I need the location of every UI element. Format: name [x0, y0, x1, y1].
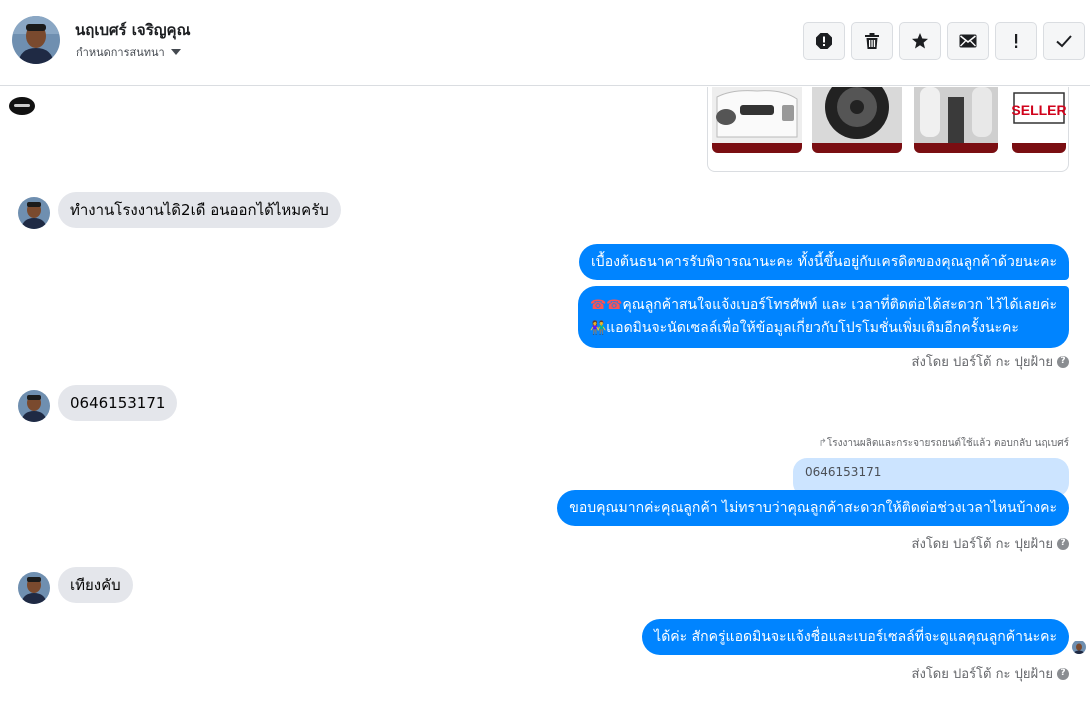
outgoing-message: เบื้องต้นธนาคารรับพิจารณานะคะ ทั้งนี้ขึ้…	[579, 244, 1069, 280]
exclamation-icon	[1015, 34, 1018, 48]
incoming-message: ทำงานโรงงานไดิ2เดื อนออกได้ไหมครับ	[58, 192, 341, 228]
reply-context-text: โรงงานผลิตและกระจายรถยนต์ใช้แล้ว ตอบกลับ…	[826, 438, 1069, 449]
message-line-text: แอดมินจะนัดเซลล์เพื่อให้ข้อมูลเกี่ยวกับโ…	[606, 320, 1019, 336]
incoming-message: 0646153171	[58, 385, 178, 421]
sent-by-label: ส่งโดย ปอร์โต้ กะ ปุยฝ้าย ?	[912, 533, 1069, 554]
message-thread: SELLER ทำงานโรงงานไดิ2เดื อนออกได้ไหมครั…	[0, 87, 1090, 708]
sent-by-label: ส่งโดย ปอร์โต้ กะ ปุยฝ้าย ?	[912, 663, 1069, 684]
incoming-message: เทียงคับ	[58, 567, 133, 603]
sent-by-text: ส่งโดย ปอร์โต้ กะ ปุยฝ้าย	[911, 667, 1053, 682]
help-icon[interactable]: ?	[1057, 667, 1069, 680]
check-icon	[1056, 35, 1072, 48]
wheel-thumbnail	[812, 87, 902, 153]
contact-avatar[interactable]	[12, 16, 60, 64]
message-line: ☎☎คุณลูกค้าสนใจแจ้งเบอร์โทรศัพท์ และ เวล…	[590, 294, 1057, 317]
telephone-emoji: ☎☎	[589, 298, 623, 313]
conversation-header: นฤเบศร์ เจริญคุณ กำหนดการสนทนา	[0, 0, 1090, 86]
car-front-thumbnail	[712, 87, 802, 153]
conversation-menu-label: กำหนดการสนทนา	[76, 46, 165, 59]
seller-badge-thumbnail: SELLER	[1012, 87, 1066, 153]
sent-by-text: ส่งโดย ปอร์โต้ กะ ปุยฝ้าย	[911, 355, 1053, 370]
sent-by-text: ส่งโดย ปอร์โต้ กะ ปุยฝ้าย	[911, 537, 1053, 552]
message-line: 👫แอดมินจะนัดเซลล์เพื่อให้ข้อมูลเกี่ยวกับ…	[590, 317, 1057, 340]
image-attachment[interactable]: SELLER	[707, 87, 1069, 172]
caret-down-icon	[170, 49, 181, 55]
mark-done-button[interactable]	[1043, 22, 1085, 60]
page-logo	[9, 97, 35, 115]
conversation-toolbar	[803, 22, 1085, 60]
help-icon[interactable]: ?	[1057, 355, 1069, 368]
report-spam-button[interactable]	[803, 22, 845, 60]
seen-avatar	[1072, 640, 1086, 654]
spam-report-icon	[816, 33, 832, 49]
trash-icon	[865, 33, 879, 49]
follow-up-button[interactable]	[995, 22, 1037, 60]
conversation-menu[interactable]: กำหนดการสนทนา	[76, 43, 181, 61]
reply-context: ↱โรงงานผลิตและกระจายรถยนต์ใช้แล้ว ตอบกลั…	[819, 436, 1070, 451]
interior-thumbnail	[914, 87, 998, 153]
outgoing-message: ขอบคุณมากค่ะคุณลูกค้า ไม่ทราบว่าคุณลูกค้…	[557, 490, 1069, 526]
sender-avatar[interactable]	[18, 572, 50, 604]
help-icon[interactable]: ?	[1057, 537, 1069, 550]
outgoing-message: ได้ค่ะ สักครู่แอดมินจะแจ้งชื่อและเบอร์เซ…	[642, 619, 1069, 655]
mark-unread-button[interactable]	[947, 22, 989, 60]
star-button[interactable]	[899, 22, 941, 60]
delete-button[interactable]	[851, 22, 893, 60]
sender-avatar[interactable]	[18, 390, 50, 422]
outgoing-message-multiline: ☎☎คุณลูกค้าสนใจแจ้งเบอร์โทรศัพท์ และ เวล…	[577, 286, 1069, 348]
couple-emoji: 👫	[589, 321, 607, 336]
envelope-icon	[959, 34, 977, 48]
seller-badge-text: SELLER	[1012, 102, 1066, 118]
sender-avatar[interactable]	[18, 197, 50, 229]
reply-arrow-icon: ↱	[818, 438, 827, 449]
star-icon	[912, 33, 928, 49]
sent-by-label: ส่งโดย ปอร์โต้ กะ ปุยฝ้าย ?	[912, 351, 1069, 372]
message-line-text: คุณลูกค้าสนใจแจ้งเบอร์โทรศัพท์ และ เวลาท…	[622, 297, 1057, 313]
contact-name: นฤเบศร์ เจริญคุณ	[75, 21, 191, 39]
